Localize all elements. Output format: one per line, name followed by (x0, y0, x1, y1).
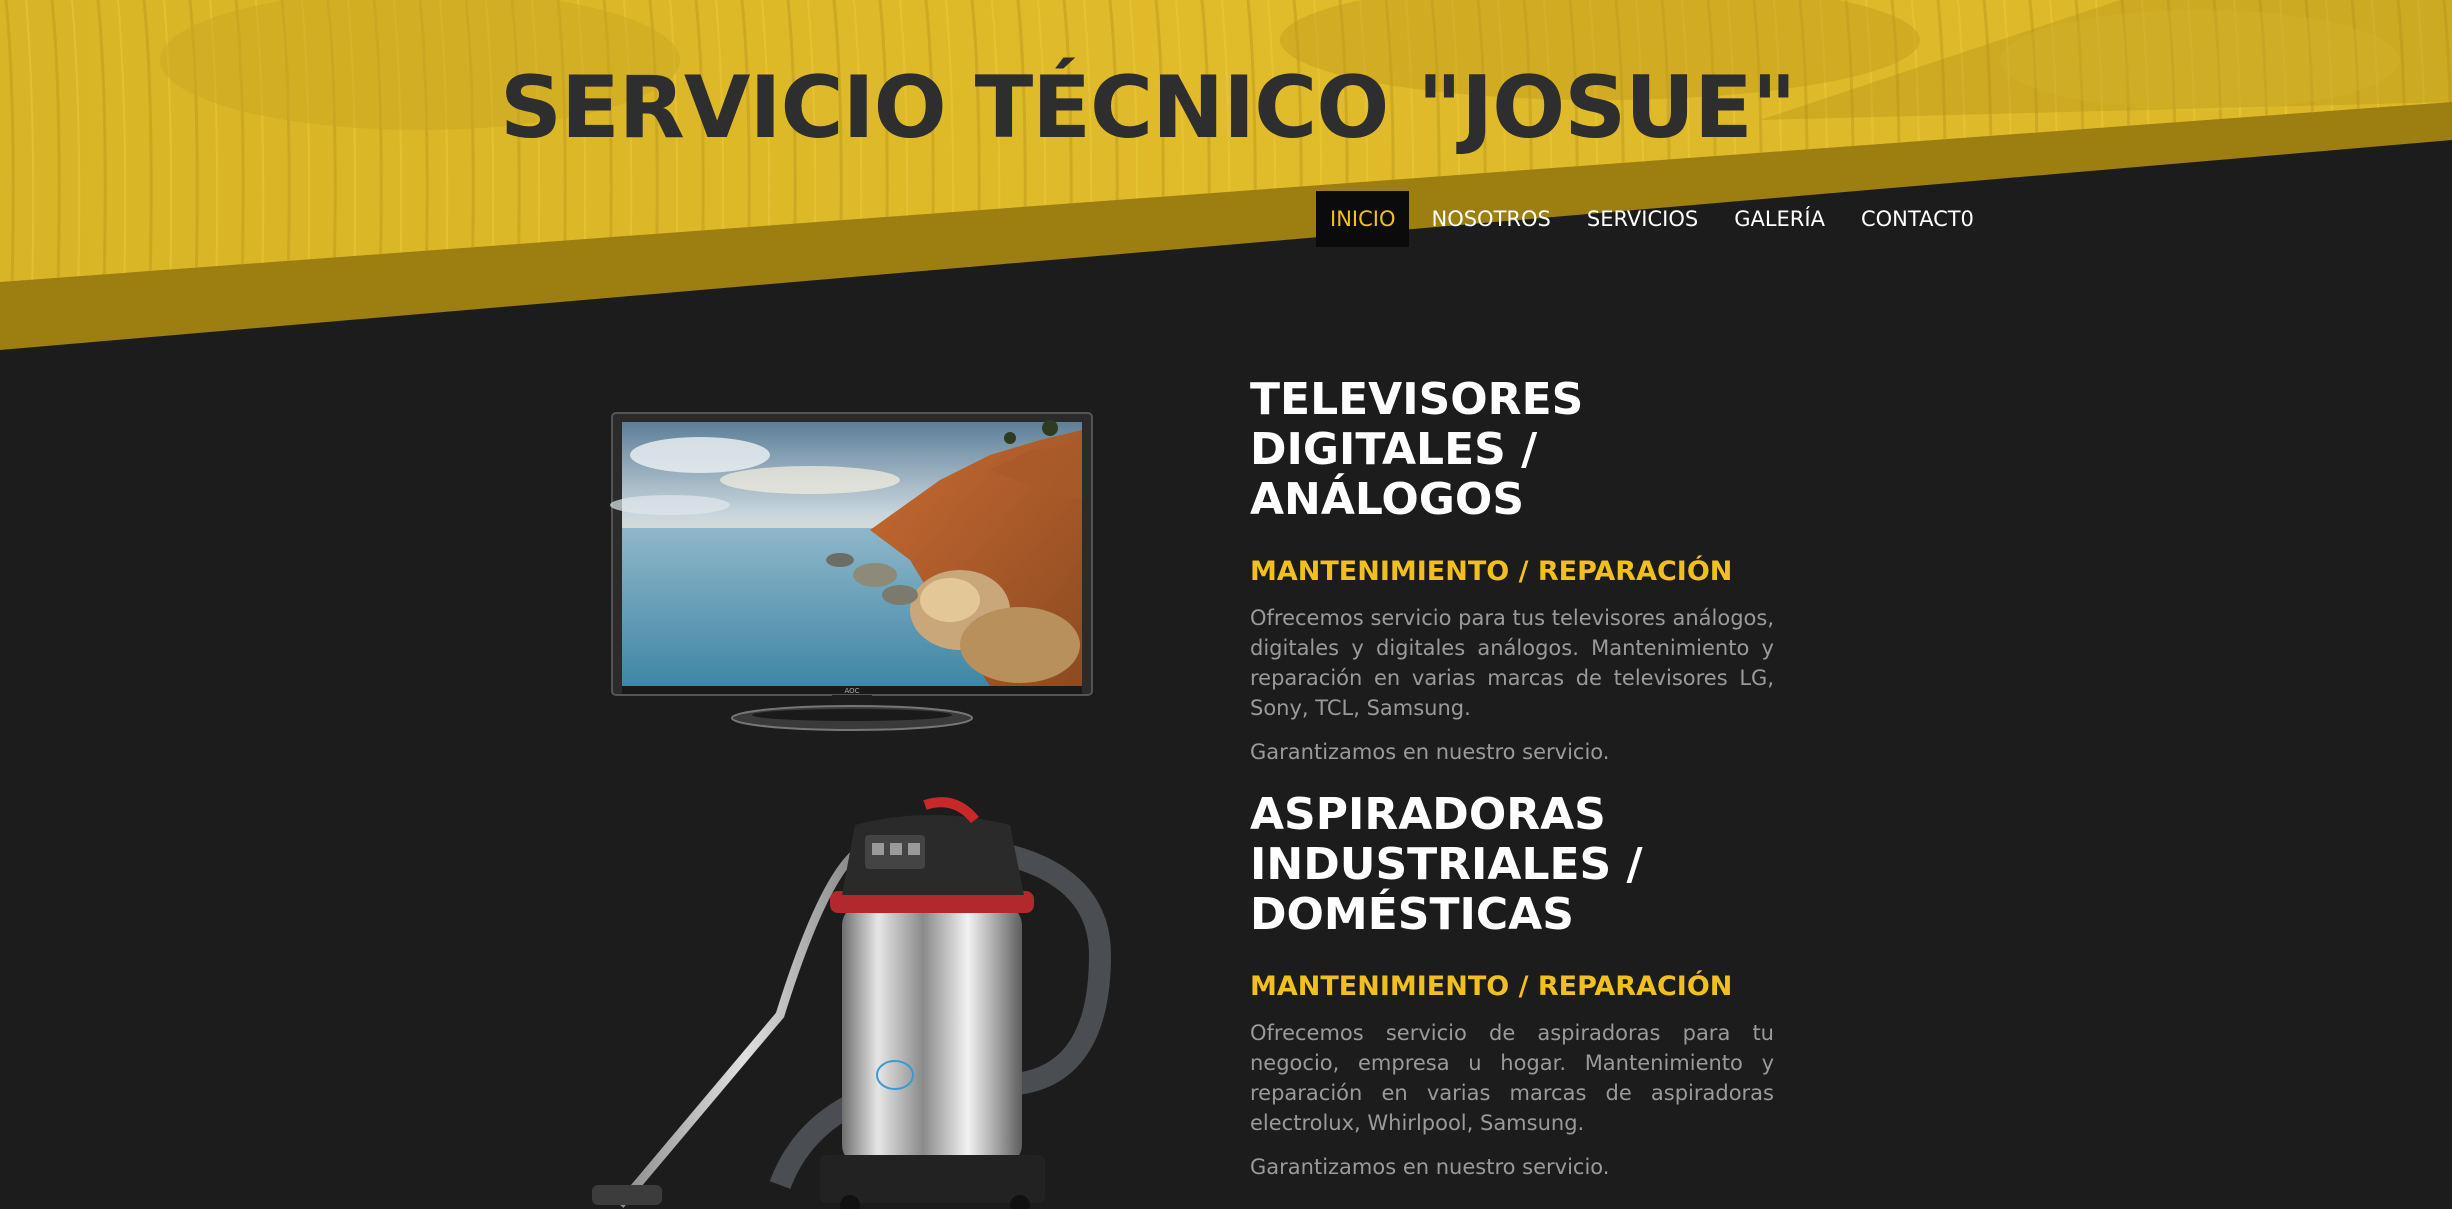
nav-item-nosotros[interactable]: NOSOTROS (1417, 191, 1564, 247)
television-image: AOC (610, 412, 1093, 731)
main-nav: INICIO NOSOTROS SERVICIOS GALERÍA CONTAC… (1316, 191, 1996, 247)
svg-text:AOC: AOC (844, 687, 859, 695)
service-televisores: TELEVISORES DIGITALES / ANÁLOGOS MANTENI… (1250, 375, 1774, 781)
service-title: ASPIRADORAS INDUSTRIALES / DOMÉSTICAS (1250, 789, 1643, 940)
service-subtitle: MANTENIMIENTO / REPARACIÓN (1250, 556, 1733, 587)
service-aspiradoras: ASPIRADORAS INDUSTRIALES / DOMÉSTICAS MA… (1250, 790, 1774, 1196)
service-guarantee: Garantizamos en nuestro servicio. (1250, 1155, 1610, 1179)
nav-item-servicios[interactable]: SERVICIOS (1573, 191, 1712, 247)
header-background (0, 0, 2452, 360)
nav-item-contacto[interactable]: CONTACT0 (1847, 191, 1988, 247)
vacuum-cleaner-image (592, 797, 1112, 1209)
service-description: Ofrecemos servicio para tus televisores … (1250, 606, 1774, 720)
service-subtitle: MANTENIMIENTO / REPARACIÓN (1250, 971, 1733, 1002)
site-title: SERVICIO TÉCNICO "JOSUE" (500, 58, 1797, 158)
nav-item-galeria[interactable]: GALERÍA (1720, 191, 1839, 247)
service-description: Ofrecemos servicio de aspiradoras para t… (1250, 1021, 1774, 1135)
nav-item-inicio[interactable]: INICIO (1316, 191, 1410, 247)
service-guarantee: Garantizamos en nuestro servicio. (1250, 740, 1610, 764)
page: SERVICIO TÉCNICO "JOSUE" INICIO NOSOTROS… (0, 0, 2452, 1209)
service-title: TELEVISORES DIGITALES / ANÁLOGOS (1250, 374, 1584, 525)
